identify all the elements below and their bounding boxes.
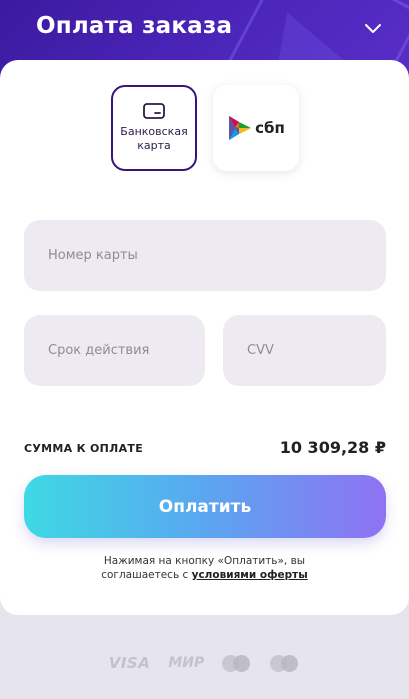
visa-logo: VISA <box>108 654 151 672</box>
terms-line-2: соглашаетесь с условиями оферты <box>0 568 409 582</box>
card-number-field[interactable]: Номер карты <box>24 220 386 291</box>
payment-method-sbp[interactable]: сбп <box>213 85 299 171</box>
expiry-placeholder: Срок действия <box>48 343 150 358</box>
payment-logos: VISA МИР <box>0 648 409 678</box>
sbp-label: сбп <box>255 119 285 137</box>
card-number-placeholder: Номер карты <box>48 248 138 263</box>
cvv-placeholder: CVV <box>247 343 274 358</box>
payment-method-bank-card[interactable]: Банковская карта <box>111 85 197 171</box>
total-amount: 10 309,28 ₽ <box>279 438 386 457</box>
maestro-icon <box>270 653 300 673</box>
pay-button[interactable]: Оплатить <box>24 475 386 538</box>
terms-text: Нажимая на кнопку «Оплатить», вы соглаша… <box>0 554 409 582</box>
mir-logo: МИР <box>168 655 205 671</box>
payment-method-label: Банковская карта <box>120 125 188 152</box>
terms-line-1: Нажимая на кнопку «Оплатить», вы <box>103 555 306 567</box>
card-icon <box>143 103 165 119</box>
sbp-logo-icon <box>229 116 252 140</box>
payment-card: Банковская карта сбп Номер карты Срок де… <box>0 60 409 615</box>
expiry-field[interactable]: Срок действия <box>24 315 205 386</box>
cvv-field[interactable]: CVV <box>223 315 386 386</box>
offer-terms-link[interactable]: условиями оферты <box>192 569 308 581</box>
total-label: СУММА К ОПЛАТЕ <box>24 442 144 455</box>
mastercard-icon <box>222 653 252 673</box>
chevron-down-icon[interactable] <box>363 18 383 38</box>
terms-prefix: соглашаетесь с <box>101 569 192 581</box>
page-title: Оплата заказа <box>36 13 233 39</box>
